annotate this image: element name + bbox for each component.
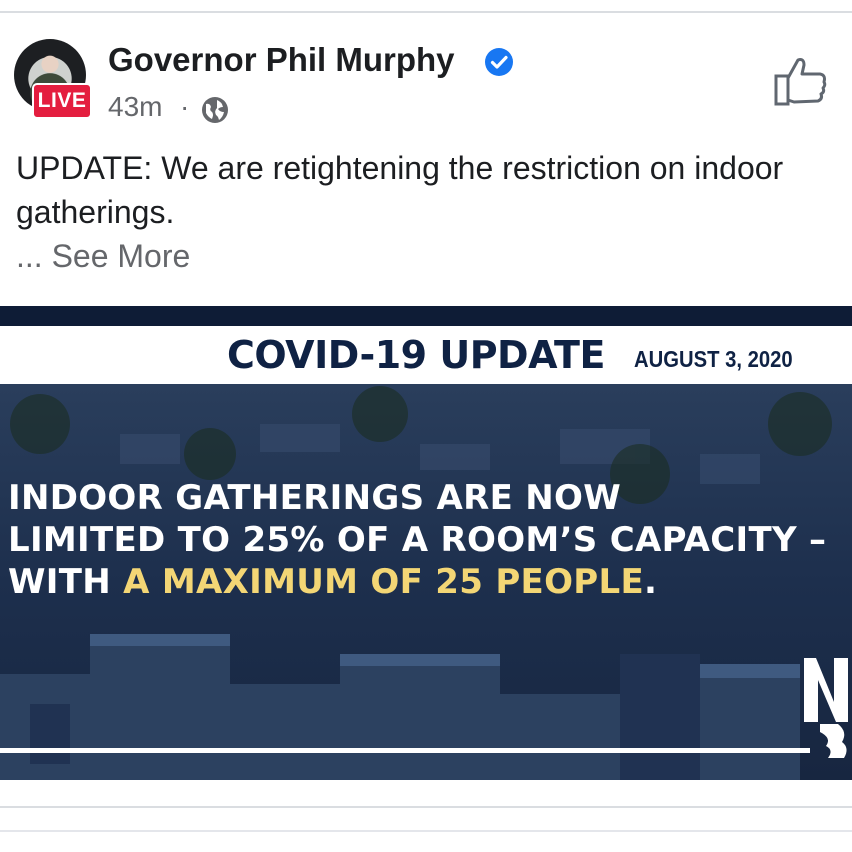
banner-date: AUGUST 3, 2020 [634, 346, 793, 372]
nj-state-logo [804, 658, 848, 758]
top-divider [0, 11, 852, 13]
headline-line-3-prefix: WITH [8, 562, 124, 602]
live-badge: LIVE [32, 83, 92, 119]
globe-icon [202, 97, 228, 123]
post-time[interactable]: 43m [108, 91, 162, 123]
bottom-divider-2 [0, 830, 852, 832]
see-more-link[interactable]: ... See More [16, 238, 190, 275]
time-separator: · [180, 91, 190, 122]
headline-line-3: WITH A MAXIMUM OF 25 PEOPLE. [8, 562, 657, 602]
image-white-rule [0, 748, 810, 753]
post-text: UPDATE: We are retightening the restrict… [16, 150, 784, 230]
image-top-band [0, 306, 852, 326]
headline-line-2: LIMITED TO 25% OF A ROOM’S CAPACITY – [8, 520, 827, 560]
banner-title: COVID-19 UPDATE [227, 333, 605, 377]
verified-badge-icon [485, 48, 513, 76]
author-name[interactable]: Governor Phil Murphy [108, 41, 455, 79]
bottom-divider [0, 806, 852, 808]
headline-highlight: A MAXIMUM OF 25 PEOPLE [123, 562, 644, 602]
headline-line-3-suffix: . [644, 562, 658, 602]
headline-line-1: INDOOR GATHERINGS ARE NOW [8, 478, 622, 518]
thumbs-up-icon[interactable] [774, 56, 828, 106]
